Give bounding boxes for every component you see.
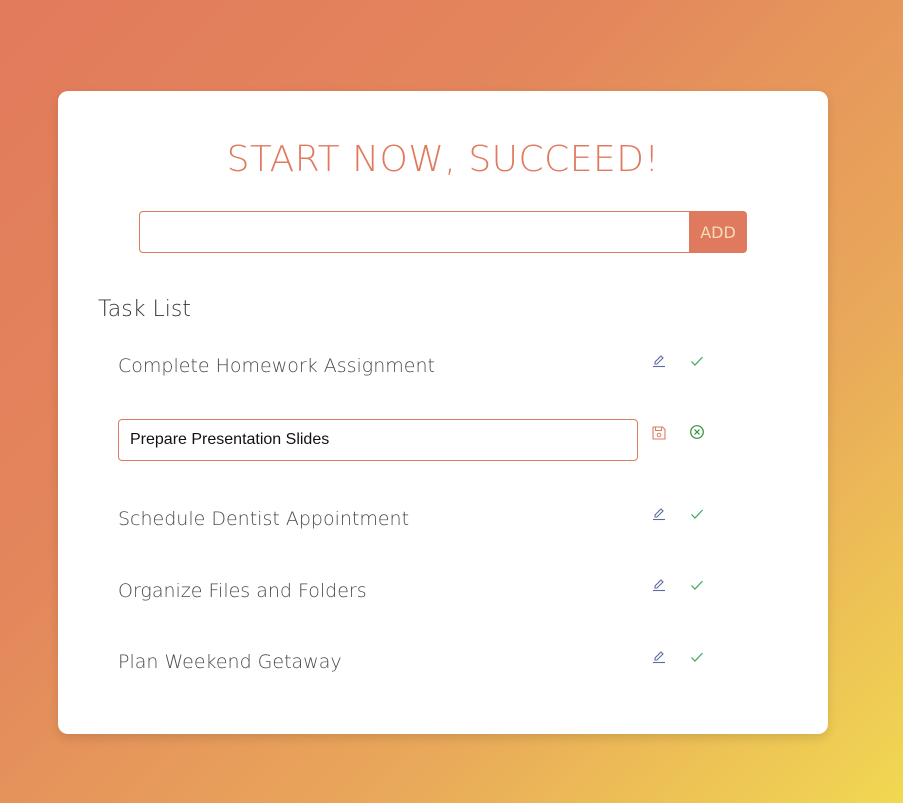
pencil-icon[interactable] — [650, 505, 668, 523]
task-label: Schedule Dentist Appointment — [118, 508, 410, 530]
add-task-form: ADD — [139, 211, 747, 253]
add-button[interactable]: ADD — [689, 211, 747, 253]
pencil-icon[interactable] — [650, 576, 668, 594]
task-label: Complete Homework Assignment — [118, 355, 435, 377]
task-item: Organize Files and Folders — [118, 570, 718, 612]
checkmark-icon[interactable] — [688, 576, 706, 594]
checkmark-icon[interactable] — [688, 505, 706, 523]
task-item: Schedule Dentist Appointment — [118, 498, 718, 540]
checkmark-icon[interactable] — [688, 352, 706, 370]
task-label: Organize Files and Folders — [118, 580, 367, 602]
task-item: Complete Homework Assignment — [118, 345, 718, 387]
task-label: Plan Weekend Getaway — [118, 651, 342, 673]
edit-task-input[interactable] — [118, 419, 638, 461]
task-item: Plan Weekend Getaway — [118, 641, 718, 683]
floppy-disk-icon[interactable] — [650, 424, 668, 442]
cancel-circle-icon[interactable] — [688, 423, 706, 441]
todo-card: START NOW, SUCCEED! ADD Task List Comple… — [58, 91, 828, 734]
new-task-input[interactable] — [139, 211, 689, 253]
task-list-heading: Task List — [98, 297, 191, 322]
pencil-icon[interactable] — [650, 352, 668, 370]
pencil-icon[interactable] — [650, 648, 668, 666]
checkmark-icon[interactable] — [688, 648, 706, 666]
page-title: START NOW, SUCCEED! — [226, 139, 660, 180]
task-item-editing — [118, 419, 718, 461]
